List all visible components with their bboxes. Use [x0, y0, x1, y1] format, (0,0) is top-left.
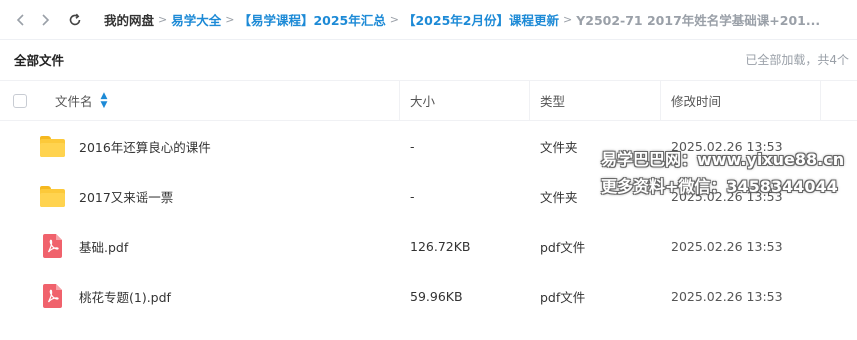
file-modified: 2025.02.26 13:53 — [671, 238, 783, 254]
breadcrumb-separator: > — [389, 13, 399, 26]
file-name-cell: 基础.pdf — [40, 233, 128, 259]
header-name[interactable]: 文件名 ▲ ▼ — [40, 81, 400, 120]
header-size[interactable]: 大小 — [400, 81, 530, 120]
breadcrumb-link[interactable]: 【2025年2月份】课程更新 — [403, 10, 559, 29]
breadcrumb-separator: > — [225, 13, 235, 26]
breadcrumb-root[interactable]: 我的网盘 — [104, 10, 154, 29]
folder-icon — [40, 185, 65, 207]
breadcrumb: 我的网盘 > 易学大全 > 【易学课程】2025年汇总 > 【2025年2月份】… — [104, 10, 820, 29]
header-type-label: 类型 — [540, 94, 566, 109]
watermark: 易学巴巴网：www.yixue88.cn 更多资料+微信：3458344044 — [601, 146, 844, 200]
header-modified[interactable]: 修改时间 — [661, 81, 821, 120]
page-title: 全部文件 — [14, 52, 65, 68]
pdf-file-icon — [40, 233, 65, 259]
refresh-button[interactable] — [64, 9, 86, 31]
breadcrumb-link[interactable]: 易学大全 — [171, 10, 221, 29]
file-name-cell: 2017又来谣一票 — [40, 185, 173, 207]
file-name[interactable]: 2016年还算良心的课件 — [79, 137, 211, 156]
file-type: 文件夹 — [540, 189, 578, 205]
header-size-label: 大小 — [410, 94, 436, 109]
table-header: 文件名 ▲ ▼ 大小 类型 修改时间 — [0, 80, 857, 121]
file-size: 59.96KB — [410, 288, 463, 304]
file-name[interactable]: 基础.pdf — [79, 237, 128, 256]
title-bar: 全部文件 已全部加载，共4个 — [0, 40, 857, 78]
header-name-label: 文件名 — [55, 94, 93, 109]
back-button[interactable] — [10, 9, 32, 31]
chevron-right-icon — [42, 13, 50, 26]
file-name[interactable]: 桃花专题(1).pdf — [79, 287, 171, 306]
table-row[interactable]: 桃花专题(1).pdf 59.96KB pdf文件 2025.02.26 13:… — [0, 271, 857, 321]
file-size: - — [410, 188, 415, 204]
file-type: 文件夹 — [540, 139, 578, 155]
breadcrumb-separator: > — [562, 13, 573, 26]
file-size: 126.72KB — [410, 238, 471, 254]
folder-icon — [40, 135, 65, 157]
header-modified-label: 修改时间 — [671, 94, 722, 109]
toolbar: 我的网盘 > 易学大全 > 【易学课程】2025年汇总 > 【2025年2月份】… — [0, 0, 857, 40]
header-type[interactable]: 类型 — [530, 81, 661, 120]
forward-button[interactable] — [34, 9, 56, 31]
select-all-cell — [0, 81, 40, 120]
watermark-line: 易学巴巴网：www.yixue88.cn — [601, 150, 845, 169]
watermark-line: 更多资料+微信：3458344044 — [601, 177, 838, 196]
file-modified: 2025.02.26 13:53 — [671, 288, 783, 304]
chevron-left-icon — [16, 13, 24, 26]
breadcrumb-link[interactable]: 【易学课程】2025年汇总 — [238, 10, 385, 29]
load-status: 已全部加载，共4个 — [745, 52, 849, 67]
sort-ascending-icon[interactable]: ▲ ▼ — [101, 91, 108, 110]
select-all-checkbox[interactable] — [13, 93, 27, 108]
refresh-icon — [69, 13, 81, 25]
file-type: pdf文件 — [540, 239, 586, 255]
pdf-file-icon — [40, 283, 65, 309]
file-name-cell: 2016年还算良心的课件 — [40, 135, 211, 157]
file-type: pdf文件 — [540, 289, 586, 305]
file-name-cell: 桃花专题(1).pdf — [40, 283, 171, 309]
file-name[interactable]: 2017又来谣一票 — [79, 187, 173, 206]
file-size: - — [410, 138, 415, 154]
breadcrumb-separator: > — [158, 13, 168, 26]
breadcrumb-current: Y2502-71 2017年姓名学基础课+201... — [576, 13, 821, 28]
table-row[interactable]: 基础.pdf 126.72KB pdf文件 2025.02.26 13:53 — [0, 221, 857, 271]
